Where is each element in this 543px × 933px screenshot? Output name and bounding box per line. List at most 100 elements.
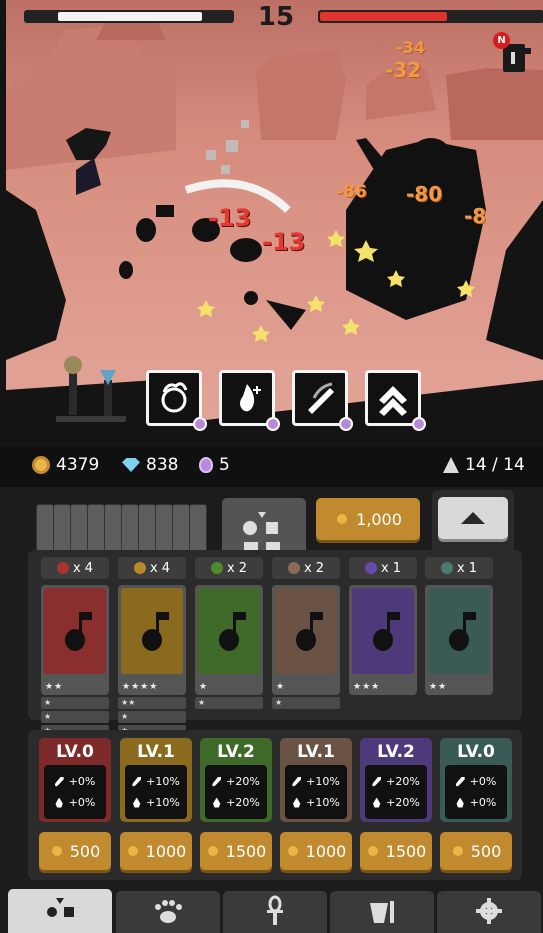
double-arrow-up-icon — [379, 386, 407, 416]
bottom-tab-bar — [0, 889, 543, 933]
unit-card[interactable]: ★ — [272, 585, 340, 695]
player-hp-bar — [24, 10, 234, 23]
unit-count: x 1 — [456, 560, 478, 576]
upgrade-cost: 1500 — [385, 841, 427, 861]
unit-slot[interactable]: x 1 ★★★ — [349, 557, 417, 695]
upgrade-stats: +10% +10% — [285, 765, 347, 819]
tab-ankh[interactable] — [223, 891, 327, 933]
upgrade-stats: +20% +20% — [205, 765, 267, 819]
coin-icon — [450, 844, 465, 858]
unit-stars: ★★ — [45, 682, 64, 692]
skill-speed-up[interactable] — [365, 370, 426, 431]
skill-fireball[interactable] — [146, 370, 207, 431]
damage-number: -8 — [464, 204, 487, 228]
unit-slot[interactable]: x 2 ★ ★ — [272, 557, 340, 709]
attack-bonus: +20% — [226, 775, 260, 788]
coin-icon — [125, 844, 140, 858]
unit-type-icon — [440, 562, 453, 574]
enemy-hp-fill — [320, 12, 447, 21]
unit-count: x 2 — [226, 560, 248, 576]
damage-number: -86 — [336, 182, 367, 202]
unit-stars: ★ — [276, 682, 286, 692]
unit-bomber-icon — [275, 588, 337, 674]
stacked-unit-card[interactable]: ★ — [41, 711, 109, 723]
upgrade-cost: 500 — [69, 841, 101, 861]
sword-icon — [132, 776, 142, 787]
unit-count-badge: x 2 — [195, 557, 263, 579]
upgrade-button[interactable]: 500 — [440, 832, 512, 870]
potion-icon — [199, 457, 213, 473]
unit-count: x 4 — [149, 560, 171, 576]
unit-stars: ★★ — [429, 682, 448, 692]
player-hp-fill — [58, 12, 202, 21]
health-drop-icon — [133, 797, 141, 808]
upgrade-level: LV.1 — [297, 742, 335, 762]
unit-count-badge: x 4 — [41, 557, 109, 579]
upgrade-card: LV.1 +10% +10% — [280, 738, 352, 822]
stacked-unit-card[interactable]: ★ — [41, 697, 109, 709]
upgrade-slot: LV.2 +20% +20% 1500 — [200, 738, 272, 870]
inventory-button[interactable]: N — [493, 32, 535, 76]
sword-icon — [54, 776, 64, 787]
upgrade-card: LV.2 +20% +20% — [360, 738, 432, 822]
stacked-unit-card[interactable]: ★★ — [118, 697, 186, 709]
tab-paw[interactable] — [116, 891, 220, 933]
tab-forge[interactable] — [330, 891, 434, 933]
unit-slot[interactable]: x 4★★★★★★★★ — [118, 557, 186, 737]
skill-flame-boost[interactable] — [219, 370, 280, 431]
population-counter: 14 / 14 — [443, 455, 525, 475]
unit-card[interactable]: ★★ — [425, 585, 493, 695]
unit-archer-icon — [198, 588, 260, 674]
upgrade-button[interactable]: 1000 — [280, 832, 352, 870]
hp-bonus: +10% — [146, 796, 180, 809]
upgrade-stats: +0% +0% — [445, 765, 507, 819]
unit-slot[interactable]: x 2 ★ ★ — [195, 557, 263, 709]
unit-card[interactable]: ★★★★ — [118, 585, 186, 695]
upgrade-button[interactable]: 1000 — [120, 832, 192, 870]
sword-icon — [372, 776, 382, 787]
tent-icon — [443, 457, 459, 473]
damage-number: -13 — [208, 204, 252, 232]
upgrade-level: LV.0 — [457, 742, 495, 762]
tab-gear[interactable] — [437, 891, 541, 933]
unit-card[interactable]: ★★★ — [349, 585, 417, 695]
damage-number: -34 — [396, 38, 425, 57]
unit-count: x 2 — [303, 560, 325, 576]
stacked-unit-card[interactable]: ★ — [195, 697, 263, 709]
upgrade-button[interactable]: 1500 — [200, 832, 272, 870]
health-drop-icon — [373, 797, 381, 808]
units-icon — [40, 894, 80, 928]
unit-axeman-icon — [44, 588, 106, 674]
potion-counter: 5 — [199, 455, 230, 475]
unit-mage-icon — [352, 588, 414, 674]
collapse-panel-button[interactable] — [438, 497, 508, 539]
upgrade-button[interactable]: 1500 — [360, 832, 432, 870]
gem-amount: 838 — [146, 455, 179, 475]
attack-bonus: +10% — [306, 775, 340, 788]
skill-sword-slash[interactable] — [292, 370, 353, 431]
coin-icon — [365, 844, 380, 858]
stacked-unit-card[interactable]: ★ — [118, 711, 186, 723]
notification-badge: N — [493, 32, 510, 49]
forge-icon — [362, 895, 402, 929]
potion-cost-icon — [339, 417, 353, 431]
unit-card[interactable]: ★★ — [41, 585, 109, 695]
stacked-unit-card[interactable]: ★ — [272, 697, 340, 709]
attack-bonus: +0% — [469, 775, 497, 788]
paw-icon — [148, 895, 188, 929]
attack-bonus: +10% — [146, 775, 180, 788]
unit-slot[interactable]: x 1 ★★ — [425, 557, 493, 695]
skill-bar — [146, 370, 426, 431]
potion-cost-icon — [266, 417, 280, 431]
unit-count: x 4 — [72, 560, 94, 576]
upgrade-stats: +20% +20% — [365, 765, 427, 819]
attack-bonus: +20% — [386, 775, 420, 788]
unit-slot[interactable]: x 4★★★★★ — [41, 557, 109, 737]
wave-counter: 15 — [257, 2, 295, 32]
gem-icon — [122, 458, 140, 472]
summon-buy-button[interactable]: 1,000 — [316, 498, 420, 540]
upgrade-button[interactable]: 500 — [39, 832, 111, 870]
tab-units[interactable] — [8, 889, 112, 933]
unit-card[interactable]: ★ — [195, 585, 263, 695]
damage-number: -80 — [406, 182, 443, 206]
